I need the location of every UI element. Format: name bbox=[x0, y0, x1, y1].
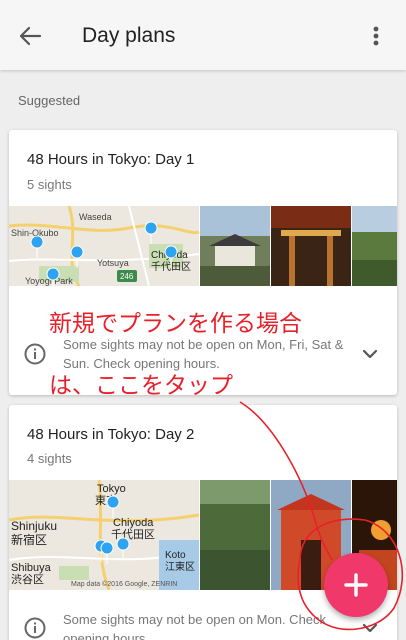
photo-strip: Shin-Okubo Waseda Yotsuya Chiyoda 千代田区 Y… bbox=[9, 206, 397, 286]
card-subtitle: 5 sights bbox=[27, 177, 72, 192]
add-plan-button[interactable] bbox=[324, 553, 388, 617]
map-label: Shinjuku bbox=[11, 519, 57, 533]
map-label: Waseda bbox=[79, 212, 112, 222]
more-vert-icon[interactable] bbox=[362, 20, 390, 52]
chevron-down-icon[interactable] bbox=[358, 342, 382, 366]
map-label: 渋谷区 bbox=[11, 573, 44, 586]
info-icon bbox=[24, 343, 46, 365]
page-title: Day plans bbox=[82, 24, 176, 47]
map-label: Koto bbox=[165, 550, 186, 561]
map-label: 新宿区 bbox=[11, 532, 47, 547]
annotation-text: は、ここをタップ bbox=[49, 373, 233, 399]
annotation-text: 新規でプランを作る場合 bbox=[49, 311, 302, 337]
chevron-down-icon[interactable] bbox=[358, 616, 382, 640]
card-title: 48 Hours in Tokyo: Day 1 bbox=[27, 151, 195, 168]
info-icon bbox=[24, 617, 46, 639]
map-thumbnail: Shin-Okubo Waseda Yotsuya Chiyoda 千代田区 Y… bbox=[9, 206, 397, 286]
card-title: 48 Hours in Tokyo: Day 2 bbox=[27, 426, 195, 443]
opening-hours-note: Some sights may not be open on Mon. Chec… bbox=[63, 612, 327, 640]
app-bar: Day plans bbox=[0, 0, 406, 70]
map-label: 千代田区 bbox=[111, 528, 155, 541]
map-label: Yotsuya bbox=[97, 258, 129, 268]
section-label: Suggested bbox=[18, 93, 81, 108]
arrow-back-icon[interactable] bbox=[14, 20, 46, 52]
add-icon bbox=[344, 573, 368, 597]
map-label: 246 bbox=[120, 272, 134, 281]
map-label: 江東区 bbox=[165, 560, 195, 573]
map-attribution: Map data ©2016 Google, ZENRIN bbox=[71, 580, 177, 588]
day-plan-card[interactable]: 48 Hours in Tokyo: Day 1 5 sights Shin-O… bbox=[9, 130, 397, 395]
card-subtitle: 4 sights bbox=[27, 451, 72, 466]
